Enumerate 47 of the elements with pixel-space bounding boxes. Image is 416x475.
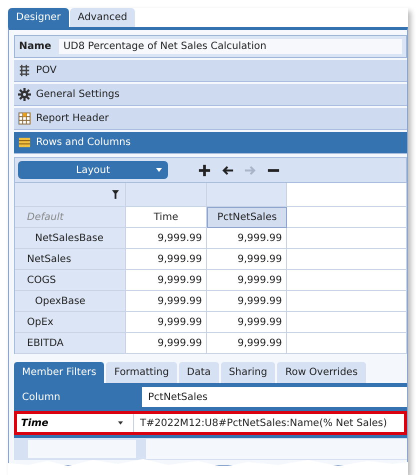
rows-icon — [18, 136, 31, 149]
table-cell: 9,999.99 — [126, 333, 207, 354]
table-cell: 9,999.99 — [126, 291, 207, 312]
arrow-left-icon[interactable] — [221, 164, 234, 176]
name-label: Name — [19, 41, 52, 52]
table-cell: 9,999.99 — [126, 312, 207, 333]
column-header[interactable]: Time — [126, 207, 207, 228]
row-header[interactable]: NetSales — [15, 249, 126, 270]
settings-icon — [18, 88, 31, 101]
section-header[interactable]: Rows and Columns — [14, 132, 407, 154]
layout-dropdown[interactable]: Layout — [18, 161, 168, 179]
section-header[interactable]: Report Header — [14, 108, 407, 130]
field-label: Column — [21, 392, 62, 402]
tab[interactable]: Sharing — [220, 362, 276, 383]
tab[interactable]: Data — [178, 362, 219, 383]
caret-icon — [118, 421, 123, 425]
tab[interactable]: Member Filters — [14, 362, 104, 383]
table-cell: 9,999.99 — [207, 228, 287, 249]
table-cell: 9,999.99 — [126, 270, 207, 291]
name-field[interactable]: UD8 Percentage of Net Sales Calculation — [59, 39, 402, 54]
table-icon — [18, 112, 31, 125]
tab[interactable]: Formatting — [106, 362, 177, 383]
input-field[interactable] — [146, 439, 407, 459]
row-header[interactable]: NetSalesBase — [15, 228, 126, 249]
row-header[interactable]: OpexBase — [15, 291, 126, 312]
column-header[interactable]: PctNetSales — [207, 207, 287, 228]
table-cell: 9,999.99 — [207, 291, 287, 312]
tab[interactable]: Advanced — [70, 8, 136, 27]
row-header[interactable]: COGS — [15, 270, 126, 291]
table-cell: 9,999.99 — [207, 249, 287, 270]
section-header[interactable]: POV — [14, 60, 407, 82]
row-header[interactable]: EBITDA — [15, 333, 126, 354]
table-cell: 9,999.99 — [207, 333, 287, 354]
row-header[interactable]: OpEx — [15, 312, 126, 333]
section-header[interactable]: General Settings — [14, 84, 407, 106]
tab[interactable]: Designer — [8, 8, 69, 27]
grid-icon — [18, 64, 31, 77]
table-cell: 9,999.99 — [126, 249, 207, 270]
input-field[interactable]: PctNetSales — [142, 387, 407, 407]
plus-icon[interactable] — [198, 164, 211, 176]
table-cell: 9,999.99 — [207, 312, 287, 333]
filter-icon[interactable] — [112, 190, 119, 199]
table-cell: 9,999.99 — [207, 270, 287, 291]
tab[interactable]: Row Overrides — [277, 362, 366, 383]
default-label: Default — [15, 207, 126, 228]
caret-icon — [156, 168, 162, 172]
table-cell: 9,999.99 — [126, 228, 207, 249]
